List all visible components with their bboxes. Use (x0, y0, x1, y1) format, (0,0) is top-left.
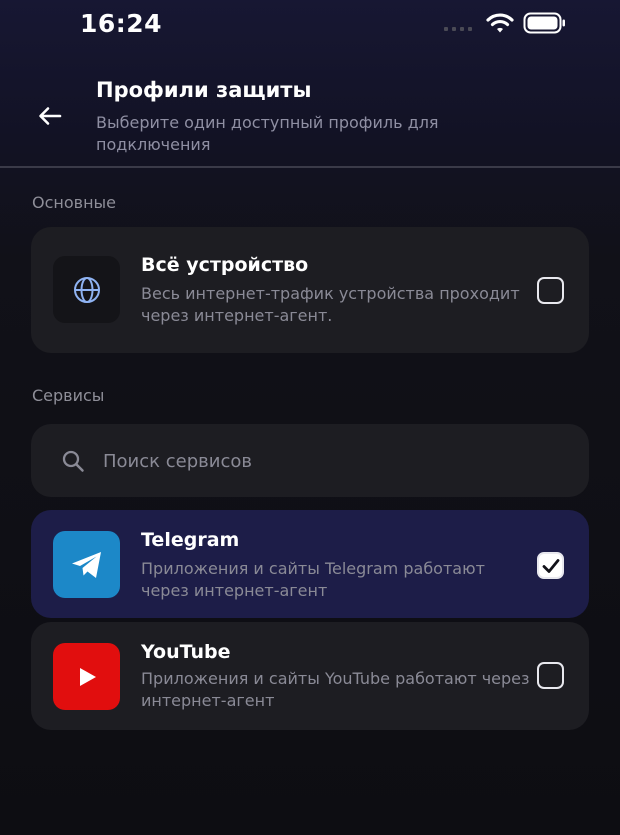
telegram-description: Приложения и сайты Telegram работают чер… (141, 559, 485, 600)
cellular-signal-icon (444, 27, 472, 31)
arrow-left-icon (39, 107, 62, 125)
whole-device-description: Весь интернет-трафик устройства проходит… (141, 284, 520, 325)
youtube-title: YouTube (141, 641, 231, 663)
youtube-checkbox[interactable] (537, 662, 564, 689)
wifi-icon (486, 13, 514, 33)
back-button[interactable] (32, 98, 68, 134)
header-divider (0, 166, 620, 168)
profile-whole-device[interactable]: Всё устройство Весь интернет-трафик устр… (31, 227, 589, 353)
search-input[interactable] (103, 446, 543, 476)
search-bar[interactable] (31, 424, 589, 497)
search-icon (62, 450, 84, 472)
youtube-icon-box (53, 643, 120, 710)
service-item-youtube[interactable]: YouTube Приложения и сайты YouTube работ… (31, 622, 589, 730)
telegram-checkbox[interactable] (537, 552, 564, 579)
section-label-main: Основные (32, 193, 117, 212)
telegram-icon (71, 551, 101, 578)
status-bar: 16:24 (0, 0, 620, 48)
page-subtitle: Выберите один доступный профиль для подк… (96, 113, 439, 154)
page-title: Профили защиты (96, 78, 312, 102)
whole-device-checkbox[interactable] (537, 277, 564, 304)
telegram-title: Telegram (141, 529, 240, 551)
whole-device-icon-box (53, 256, 120, 323)
telegram-icon-box (53, 531, 120, 598)
checkmark-icon (542, 558, 559, 573)
battery-icon (523, 12, 565, 34)
status-time: 16:24 (80, 9, 163, 38)
youtube-icon (79, 667, 96, 686)
globe-icon (73, 276, 100, 303)
service-item-telegram[interactable]: Telegram Приложения и сайты Telegram раб… (31, 510, 589, 618)
youtube-description: Приложения и сайты YouTube работают чере… (141, 669, 530, 710)
section-label-services: Сервисы (32, 386, 105, 405)
whole-device-title: Всё устройство (141, 254, 309, 276)
